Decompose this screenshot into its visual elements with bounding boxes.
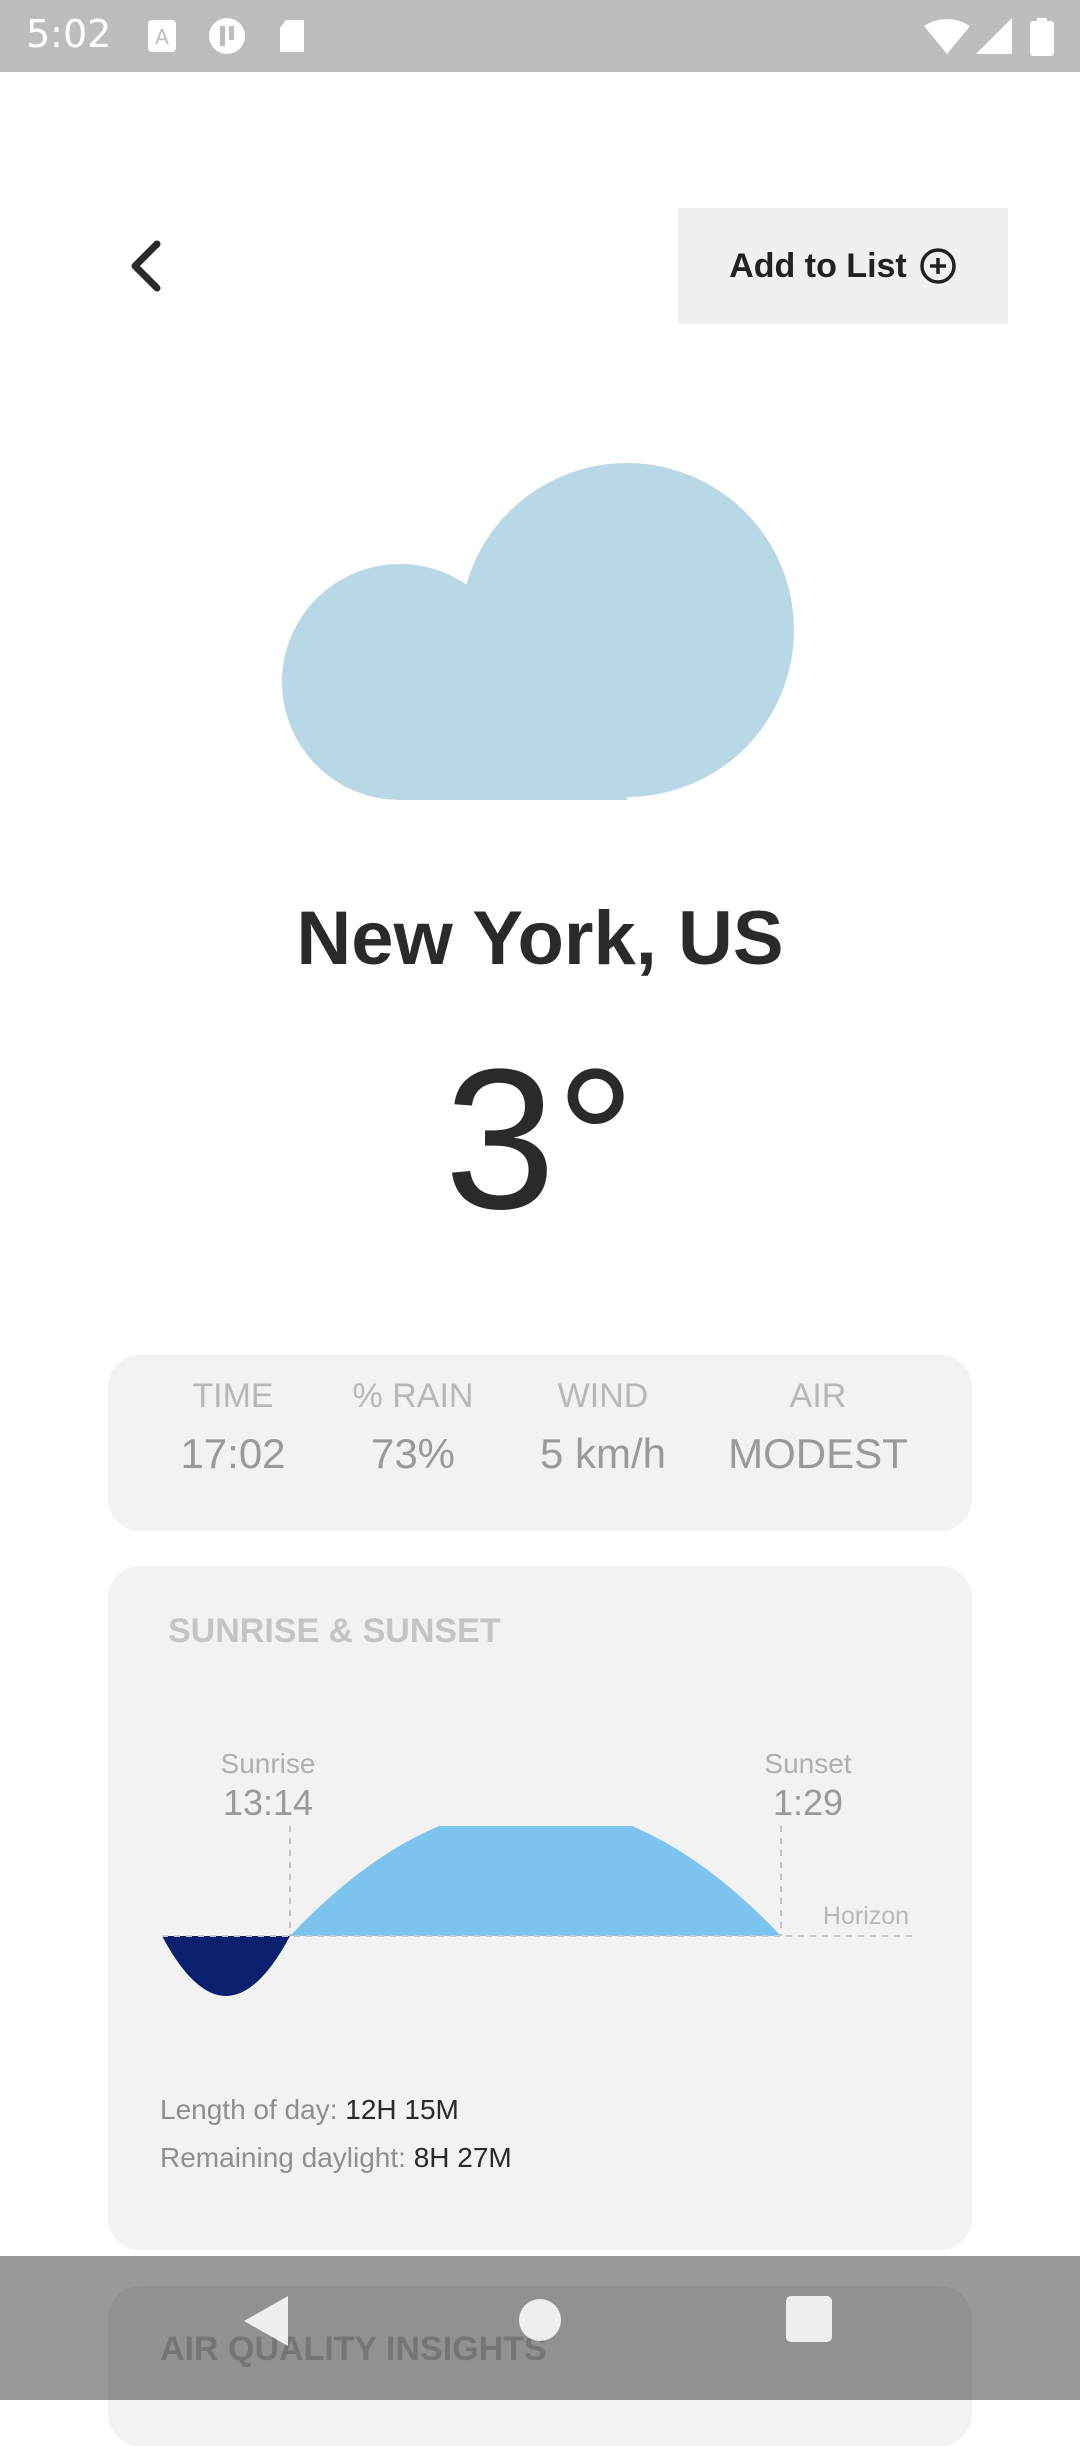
navigation-bar [0,2256,1080,2400]
stat-label: WIND [557,1377,649,1415]
stat-air: AIR MODEST [718,1377,918,1478]
chevron-left-icon [131,240,161,292]
stat-time: TIME 17:02 [158,1377,308,1478]
length-of-day-label: Length of day: [160,2094,338,2125]
sunset-label: Sunset [764,1748,852,1779]
wifi-icon [924,19,970,54]
stat-value: 73% [370,1430,456,1477]
city-name: New York, US [296,896,784,981]
length-of-day: Length of day: 12H 15M [160,2094,459,2126]
stat-label: TIME [192,1377,274,1415]
stat-label: AIR [789,1377,847,1415]
sunrise-sunset-card: SUNRISE & SUNSET Sunrise 13:14 Sunset 1:… [108,1566,972,2250]
stat-wind: WIND 5 km/h [513,1377,693,1478]
stat-value: MODEST [728,1430,908,1477]
nav-recents-icon[interactable] [786,2296,832,2342]
length-of-day-value: 12H 15M [345,2094,459,2125]
remaining-daylight-value: 8H 27M [413,2142,512,2173]
stat-value: 5 km/h [539,1430,667,1477]
sun-path-chart: Horizon [162,1826,918,1996]
nav-home-icon[interactable] [518,2296,562,2344]
night-area [162,1936,290,1996]
app-notification-icon [209,18,245,54]
remaining-daylight-label: Remaining daylight: [160,2142,406,2173]
weather-stats-card: TIME 17:02 % RAIN 73% WIND 5 km/h AIR MO… [108,1355,972,1531]
plus-circle-icon [920,248,956,284]
sunrise-label: Sunrise [220,1748,316,1779]
svg-text:A: A [155,25,169,49]
sd-card-icon [280,20,304,52]
sun-card-title: SUNRISE & SUNSET [168,1612,501,1650]
add-to-list-label: Add to List [729,246,907,285]
daylight-area [290,1826,781,1936]
cell-signal-icon [976,18,1012,54]
stat-rain: % RAIN 73% [333,1377,493,1478]
cloud-icon [282,463,794,800]
battery-icon [1030,18,1054,56]
horizon-label: Horizon [823,1902,909,1930]
add-to-list-button[interactable]: Add to List [678,208,1008,324]
back-button[interactable] [115,230,175,302]
status-bar: 5:02 A [0,0,1080,72]
nav-back-icon[interactable] [244,2296,288,2346]
temperature: 3° [444,1028,636,1251]
remaining-daylight: Remaining daylight: 8H 27M [160,2142,512,2174]
stat-label: % RAIN [352,1377,474,1415]
stat-value: 17:02 [180,1430,286,1477]
sunrise-time: 13:14 [222,1782,314,1823]
font-app-icon: A [148,20,176,52]
sunset-time: 1:29 [772,1782,844,1823]
status-time: 5:02 [26,12,112,56]
